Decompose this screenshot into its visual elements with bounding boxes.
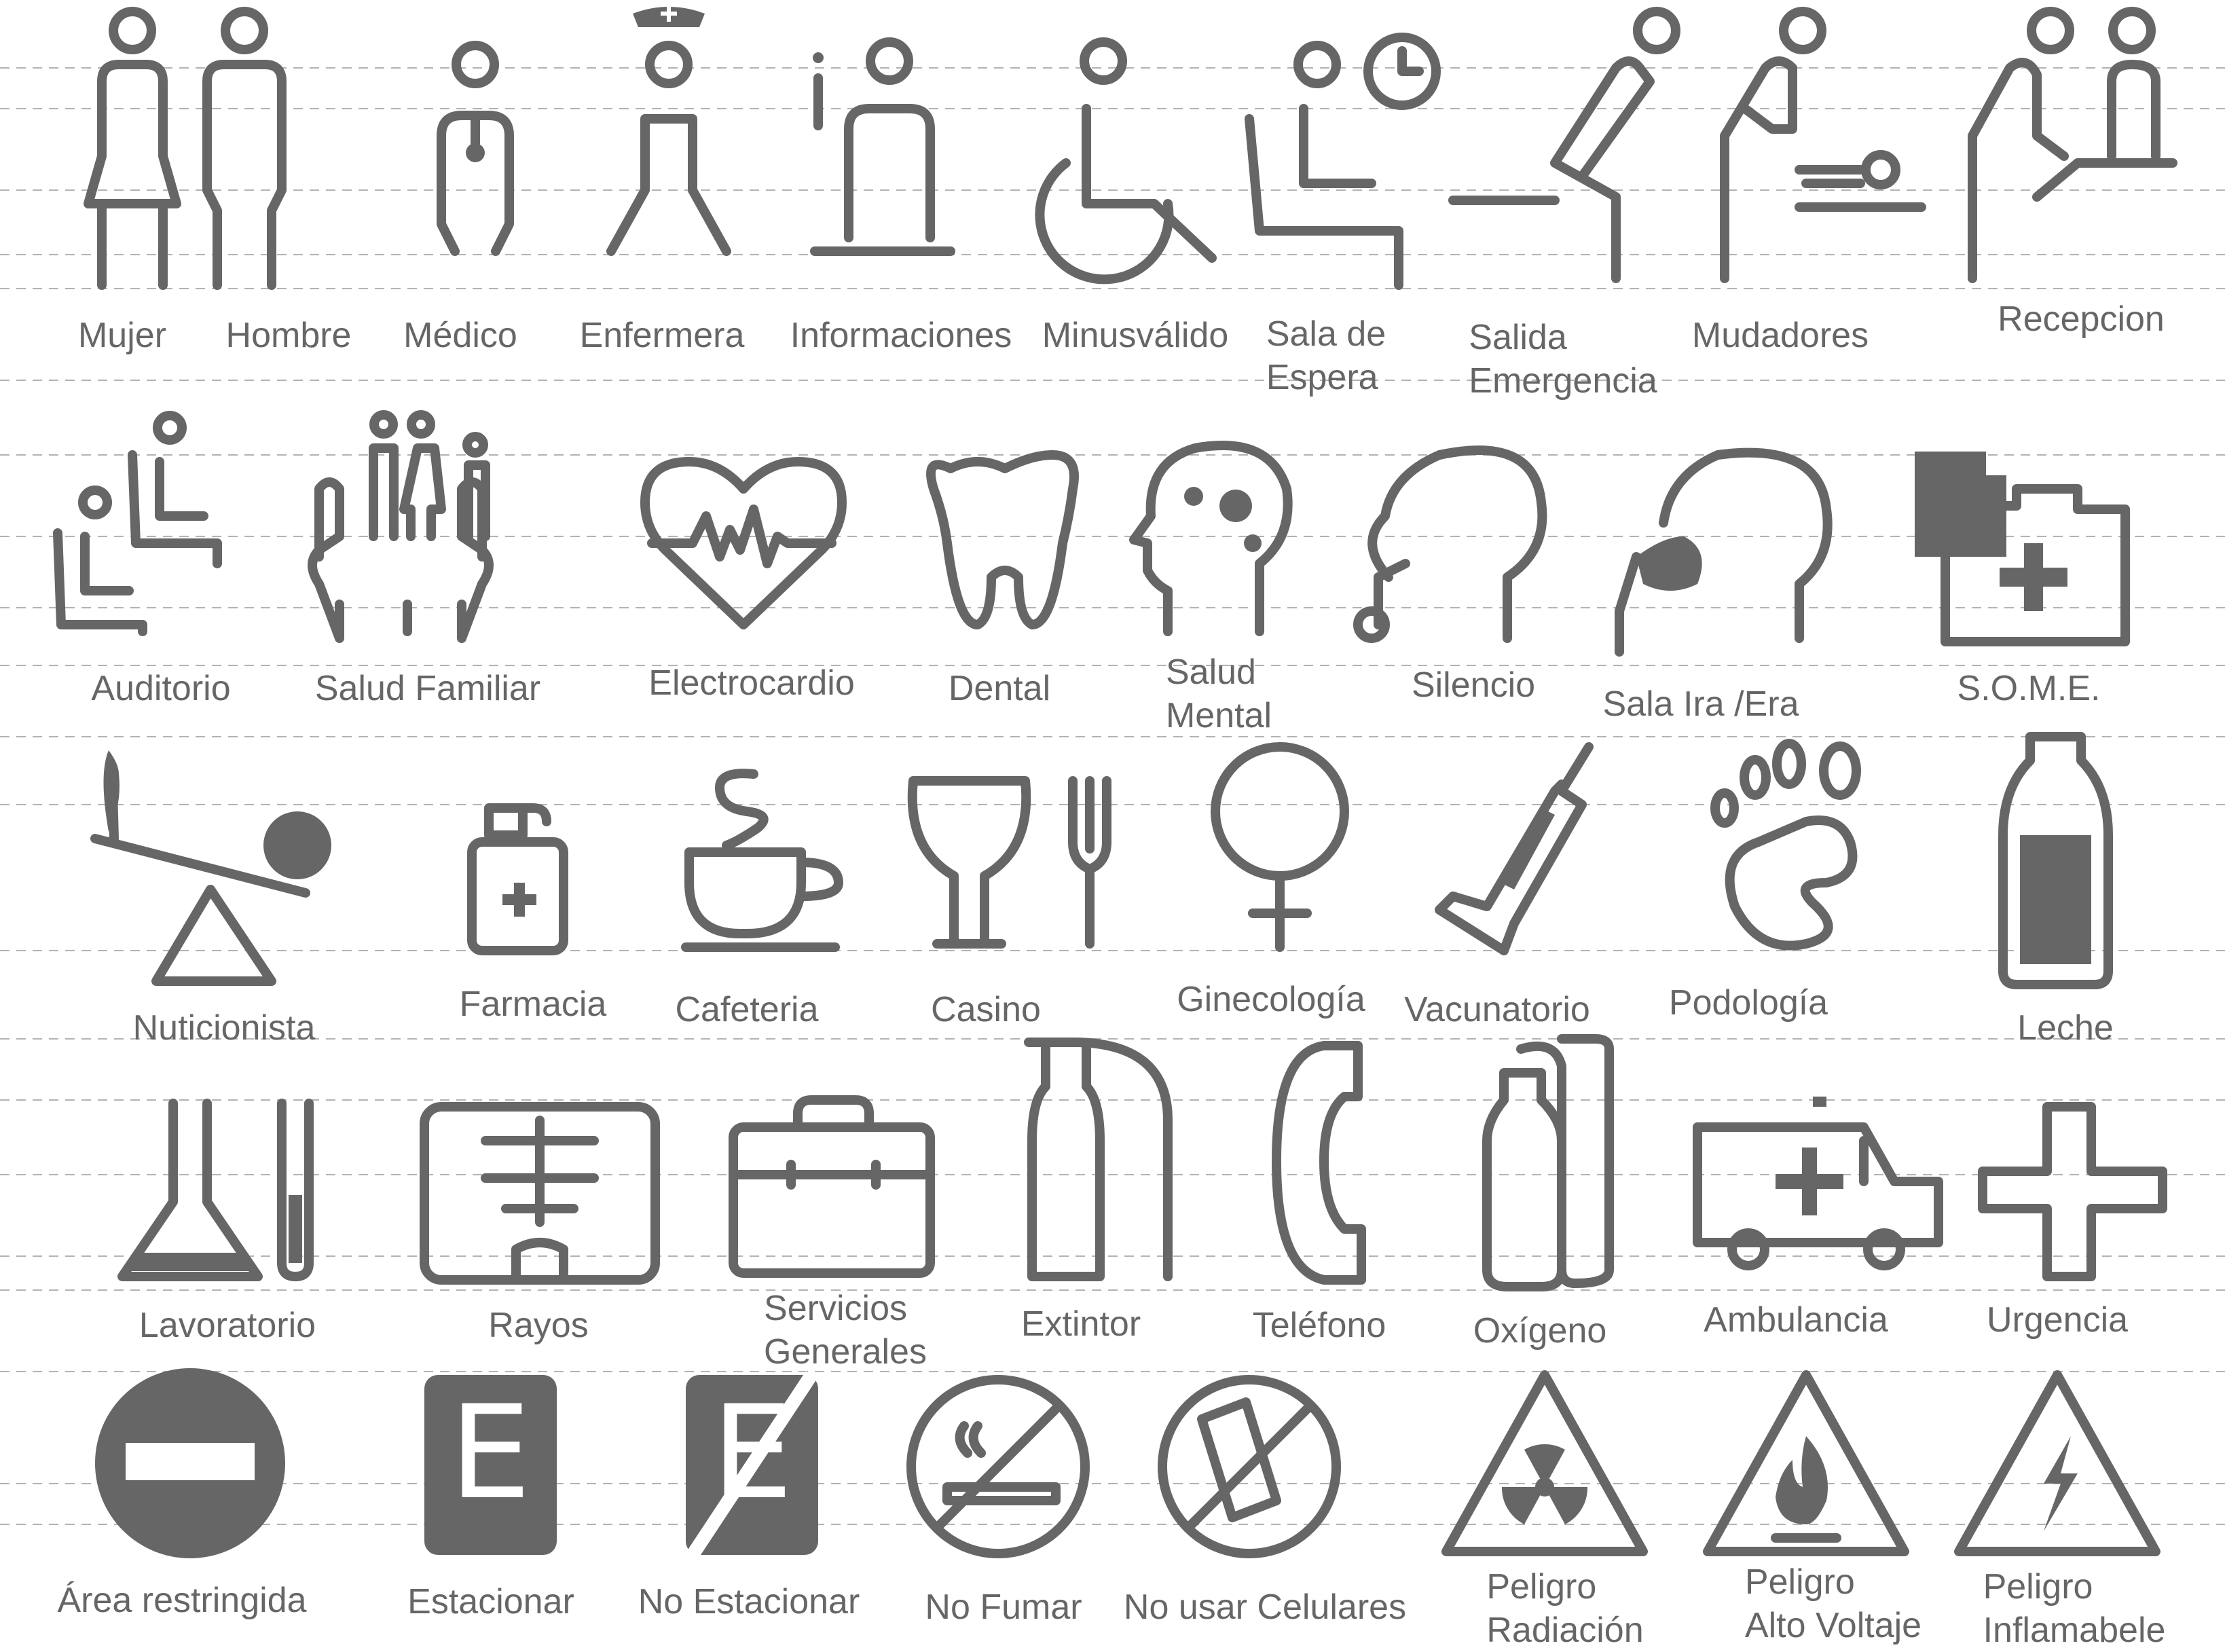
label-peligro-alto-voltaje: Peligro Alto Voltaje — [1745, 1560, 1921, 1647]
label-no-estacionar: No Estacionar — [638, 1582, 860, 1621]
syringe-icon — [1435, 742, 1594, 955]
label-peligro-inflamable: Peligro Inflamabele — [1983, 1565, 2166, 1652]
label-mujer: Mujer — [77, 316, 167, 355]
pictogram-sheet: E E — [0, 5, 2225, 1559]
coffee-cup-icon — [681, 769, 843, 952]
respiratory-room-icon — [1615, 447, 1833, 657]
label-salida-emergencia: Salida Emergencia — [1469, 316, 1657, 403]
no-entry-icon — [95, 1368, 285, 1558]
label-medico: Médico — [403, 316, 517, 355]
label-no-fumar: No Fumar — [925, 1587, 1082, 1627]
label-salida-line2: Emergencia — [1469, 361, 1657, 401]
footprint-icon — [1710, 739, 1861, 951]
label-hombre: Hombre — [225, 316, 352, 355]
milk-bottle-icon — [1998, 732, 2113, 989]
information-icon — [810, 37, 955, 256]
label-peligro-radiacion: Peligro Radiación — [1486, 1565, 1643, 1652]
records-folder-icon — [1915, 452, 2130, 646]
label-nuticionista: Nuticionista — [132, 1008, 316, 1048]
label-sala-ira: Sala Ira /Era — [1602, 684, 1799, 724]
laboratory-flask-icon — [117, 1099, 314, 1281]
label-servicios-line1: Servicios — [764, 1289, 907, 1328]
label-silencio: Silencio — [1411, 665, 1536, 705]
silence-icon — [1353, 445, 1547, 643]
label-telefono: Teléfono — [1252, 1306, 1386, 1345]
label-no-celulares: No usar Celulares — [1123, 1587, 1407, 1627]
family-health-icon — [308, 410, 494, 643]
label-leche: Leche — [2017, 1008, 2114, 1048]
ambulance-icon — [1693, 1097, 1943, 1270]
label-area-restringida: Área restringida — [57, 1581, 307, 1620]
label-servicios-line2: Generales — [764, 1332, 927, 1372]
mental-health-icon — [1129, 441, 1293, 636]
label-ginecologia: Ginecología — [1177, 980, 1365, 1019]
electrocardiogram-icon — [640, 457, 847, 629]
label-dental: Dental — [948, 669, 1051, 708]
label-urgencia: Urgencia — [1986, 1300, 2129, 1340]
label-salud-mental-line1: Salud — [1165, 653, 1256, 692]
female-symbol-icon — [1211, 742, 1349, 952]
label-salida-line1: Salida — [1469, 318, 1567, 357]
label-enfermera: Enfermera — [579, 316, 745, 355]
label-cafeteria: Cafeteria — [675, 990, 819, 1029]
toolbox-icon — [729, 1095, 935, 1278]
medical-cross-icon — [1978, 1102, 2167, 1281]
woman-icon — [84, 7, 181, 290]
label-sala-espera-line2: Espera — [1266, 358, 1378, 397]
svg-text:E: E — [449, 1378, 531, 1528]
label-servicios-generales: Servicios Generales — [764, 1287, 927, 1374]
nurse-icon — [606, 5, 731, 256]
x-ray-icon — [420, 1102, 660, 1285]
waiting-room-icon — [1245, 33, 1441, 290]
label-salud-mental-line2: Mental — [1165, 696, 1272, 735]
no-parking-icon: E — [686, 1371, 818, 1559]
parking-icon: E — [424, 1375, 557, 1555]
wheelchair-icon — [1035, 37, 1217, 284]
label-farmacia: Farmacia — [459, 985, 607, 1024]
emergency-exit-icon — [1448, 7, 1680, 283]
baby-changing-icon — [1720, 7, 1926, 283]
label-peligro-inflamable-line1: Peligro — [1983, 1567, 2093, 1607]
label-some: S.O.M.E. — [1957, 669, 2101, 708]
no-cellphone-icon — [1158, 1375, 1341, 1558]
label-mudadores: Mudadores — [1691, 316, 1869, 355]
label-minusvalido: Minusválido — [1042, 316, 1229, 355]
label-peligro-voltaje-line1: Peligro — [1744, 1562, 1855, 1602]
label-estacionar: Estacionar — [407, 1582, 574, 1621]
label-informaciones: Informaciones — [790, 316, 1012, 355]
label-lavoratorio: Lavoratorio — [139, 1306, 316, 1345]
label-peligro-radiacion-line2: Radiación — [1486, 1611, 1644, 1650]
man-icon — [202, 7, 287, 290]
no-smoking-icon — [906, 1375, 1090, 1558]
label-casino: Casino — [931, 990, 1041, 1029]
pharmacy-bottle-icon — [467, 803, 568, 955]
label-sala-espera: Sala de Espera — [1266, 312, 1386, 399]
label-vacunatorio: Vacunatorio — [1404, 990, 1590, 1029]
label-auditorio: Auditorio — [91, 669, 231, 708]
fire-extinguisher-icon — [1024, 1038, 1173, 1281]
oxygen-tank-icon — [1482, 1034, 1614, 1291]
nutrition-scale-icon — [90, 750, 331, 986]
label-salud-mental: Salud Mental — [1166, 650, 1272, 737]
label-oxigeno: Oxígeno — [1473, 1311, 1607, 1351]
label-peligro-inflamable-line2: Inflamabele — [1983, 1611, 2166, 1650]
label-peligro-voltaje-line2: Alto Voltaje — [1744, 1606, 1922, 1645]
label-salud-familiar: Salud Familiar — [314, 669, 541, 708]
label-recepcion: Recepcion — [1998, 299, 2165, 339]
reception-icon — [1968, 7, 2177, 283]
label-peligro-radiacion-line1: Peligro — [1486, 1567, 1597, 1607]
label-extintor: Extintor — [1020, 1304, 1141, 1344]
label-podologia: Podología — [1668, 983, 1828, 1023]
label-electrocardio: Electrocardio — [648, 663, 855, 703]
label-rayos: Rayos — [488, 1306, 589, 1345]
telephone-icon — [1272, 1041, 1366, 1285]
tooth-icon — [926, 450, 1079, 629]
label-sala-espera-line1: Sala de — [1266, 314, 1386, 354]
label-ambulancia: Ambulancia — [1704, 1300, 1888, 1340]
auditorium-icon — [53, 411, 222, 636]
doctor-icon — [437, 41, 514, 256]
